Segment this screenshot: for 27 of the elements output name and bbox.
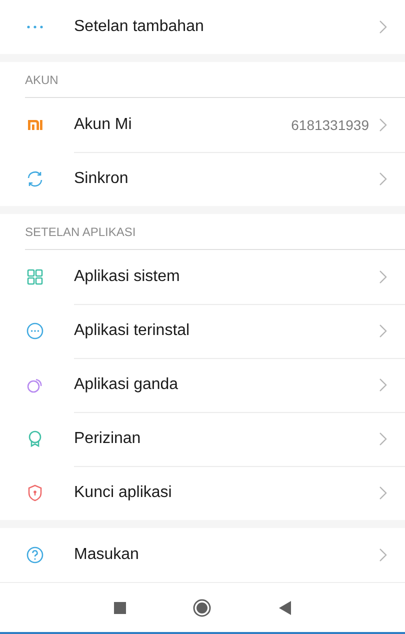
account-id: 6181331939	[291, 116, 369, 132]
chevron-icon	[379, 378, 387, 392]
chevron-icon	[379, 324, 387, 338]
chevron-icon	[379, 118, 387, 132]
more-icon	[25, 25, 45, 29]
chevron-icon	[379, 432, 387, 446]
chevron-icon	[379, 20, 387, 34]
chevron-icon	[379, 486, 387, 500]
chevron-icon	[379, 548, 387, 562]
sync-icon	[25, 169, 45, 189]
grid-icon	[25, 267, 45, 287]
help-icon	[25, 545, 45, 565]
settings-item[interactable]: Kunci aplikasi	[74, 484, 379, 502]
settings-item[interactable]: Akun Mi	[74, 116, 292, 134]
chevron-icon	[379, 270, 387, 284]
recents-icon[interactable]	[114, 602, 126, 614]
chevron-icon	[379, 172, 387, 186]
settings-item[interactable]: Sinkron	[74, 170, 379, 188]
settings-item[interactable]: Aplikasi sistem	[74, 268, 379, 286]
section-header: SETELAN APLIKASI	[25, 224, 136, 238]
back-icon[interactable]	[279, 600, 292, 614]
section-header: AKUN	[25, 72, 58, 86]
home-icon[interactable]	[193, 598, 212, 616]
settings-item[interactable]: Aplikasi ganda	[74, 376, 379, 394]
more-circle-icon	[25, 321, 45, 341]
settings-item[interactable]: Perizinan	[74, 430, 379, 448]
settings-item[interactable]: Aplikasi terinstal	[74, 322, 379, 340]
